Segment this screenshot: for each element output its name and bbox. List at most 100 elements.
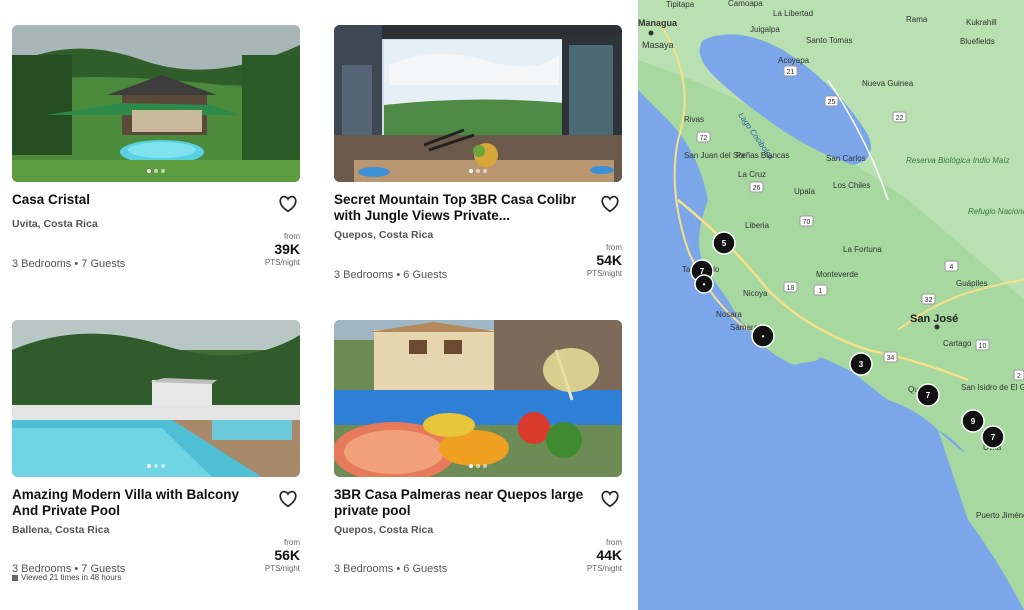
listing-specs: 3 Bedrooms • 7 Guests [12,258,126,270]
svg-text:5: 5 [722,239,727,248]
svg-text:70: 70 [803,219,811,226]
listing-price: from 44K PTS/night [587,538,622,573]
listing-card[interactable]: Amazing Modern Villa with Balcony And Pr… [12,320,300,610]
road-shield: 22 [892,111,907,123]
listing-price: from 39K PTS/night [265,232,300,267]
listing-photo[interactable] [334,25,622,182]
svg-text:3: 3 [859,360,864,369]
listings-panel: Casa Cristal Uvita, Costa Rica 3 Bedroom… [0,0,638,610]
svg-text:10: 10 [979,343,987,350]
listing-card[interactable]: Casa Cristal Uvita, Costa Rica 3 Bedroom… [12,25,300,315]
favorite-heart-icon[interactable] [278,490,298,508]
map-place-label: Bluefields [960,37,995,46]
map-place-label: Camoapa [728,0,763,8]
svg-text:•: • [762,332,765,341]
listing-price: from 56K PTS/night [265,538,300,573]
svg-text:72: 72 [700,135,708,142]
map-cluster-pin[interactable]: 7 [981,425,1005,449]
map-place-label: Managua [638,18,678,28]
map-place-label: Santo Tomas [806,36,853,45]
map-place-label: San Carlos [826,154,866,163]
map-place-label: San Isidro de El General [961,383,1024,392]
map-place-label: San José [910,313,958,325]
listing-location: Uvita, Costa Rica [12,218,98,230]
price-unit: PTS/night [264,564,300,573]
svg-text:18: 18 [787,285,795,292]
map-place-label: La Cruz [738,170,766,179]
map-place-label: La Fortuna [843,245,882,254]
map-cluster-pin[interactable]: 9 [961,409,985,433]
road-shield: 21 [783,65,798,77]
svg-text:34: 34 [887,355,895,362]
page: Casa Cristal Uvita, Costa Rica 3 Bedroom… [0,0,1024,610]
map-place-label: Tipitapa [666,0,695,9]
listing-card[interactable]: 3BR Casa Palmeras near Quepos large priv… [334,320,622,610]
viewed-notice: Viewed 21 times in 48 hours [12,573,121,582]
road-shield: 2 [1013,369,1024,381]
svg-text:1: 1 [819,288,823,295]
road-shield: 10 [975,339,990,351]
road-shield: 70 [799,215,814,227]
listing-photo[interactable] [12,25,300,182]
price-from-label: from [606,243,622,252]
road-shield: 4 [944,260,959,272]
road-shield: 32 [921,293,936,305]
map-place-label: Puerto Jiménez [976,511,1024,520]
road-shield: 1 [813,284,828,296]
svg-text:25: 25 [828,99,836,106]
listing-title[interactable]: 3BR Casa Palmeras near Quepos large priv… [334,487,584,519]
svg-text:26: 26 [753,185,761,192]
road-shield: 72 [696,131,711,143]
svg-text:21: 21 [787,69,795,76]
price-amount: 54K [596,252,622,268]
road-shield: 34 [883,351,898,363]
svg-text:32: 32 [925,297,933,304]
svg-text:7: 7 [926,391,931,400]
svg-text:7: 7 [991,433,996,442]
favorite-heart-icon[interactable] [278,195,298,213]
favorite-heart-icon[interactable] [600,195,620,213]
map-cluster-pin[interactable]: 3 [849,352,873,376]
map-place-label: Monteverde [816,270,859,279]
map-place-label: Guápiles [956,279,988,288]
listing-title[interactable]: Casa Cristal [12,192,262,208]
map-panel[interactable]: Tipitapa Camoapa La Libertad Managua Mas… [638,0,1024,610]
map-place-label: Peñas Blancas [736,151,789,160]
map-place-label: Liberia [745,221,770,230]
map-city-dot [934,324,940,330]
road-shield: 18 [783,281,798,293]
listing-photo[interactable] [334,320,622,477]
listing-title[interactable]: Secret Mountain Top 3BR Casa Colibr with… [334,192,584,224]
listing-location: Quepos, Costa Rica [334,524,434,536]
map-place-label: Refugio Nacional de Vida Silvestre Barra… [968,207,1024,216]
price-unit: PTS/night [586,269,622,278]
map-place-label: Rama [906,15,928,24]
map-cluster-pin[interactable]: 7 [916,383,940,407]
listing-photo[interactable] [12,320,300,477]
map-place-label: Reserva Biológica Indio Maíz [906,156,1010,165]
map-cluster-pin[interactable]: • [694,274,714,294]
map-place-label: Acoyapa [778,56,810,65]
price-from-label: from [606,538,622,547]
price-from-label: from [284,232,300,241]
listing-specs: 3 Bedrooms • 6 Guests [334,269,448,281]
listing-card[interactable]: Secret Mountain Top 3BR Casa Colibr with… [334,25,622,315]
map-place-label: Upala [794,187,815,196]
svg-text:2: 2 [1017,373,1021,380]
map-place-label: Nueva Guinea [862,79,914,88]
favorite-heart-icon[interactable] [600,490,620,508]
map-place-label: Nicoya [743,289,768,298]
road-shield: 25 [824,95,839,107]
listing-title[interactable]: Amazing Modern Villa with Balcony And Pr… [12,487,262,519]
price-unit: PTS/night [586,564,622,573]
map-cluster-pin[interactable]: 5 [712,231,736,255]
price-from-label: from [284,538,300,547]
price-unit: PTS/night [264,258,300,267]
eye-icon [12,575,18,581]
viewed-text: Viewed 21 times in 48 hours [21,573,122,582]
map-city-dot [648,30,654,36]
map-canvas[interactable]: Tipitapa Camoapa La Libertad Managua Mas… [638,0,1024,610]
svg-text:22: 22 [896,115,904,122]
map-cluster-pin[interactable]: • [751,324,775,348]
road-shield: 26 [749,181,764,193]
